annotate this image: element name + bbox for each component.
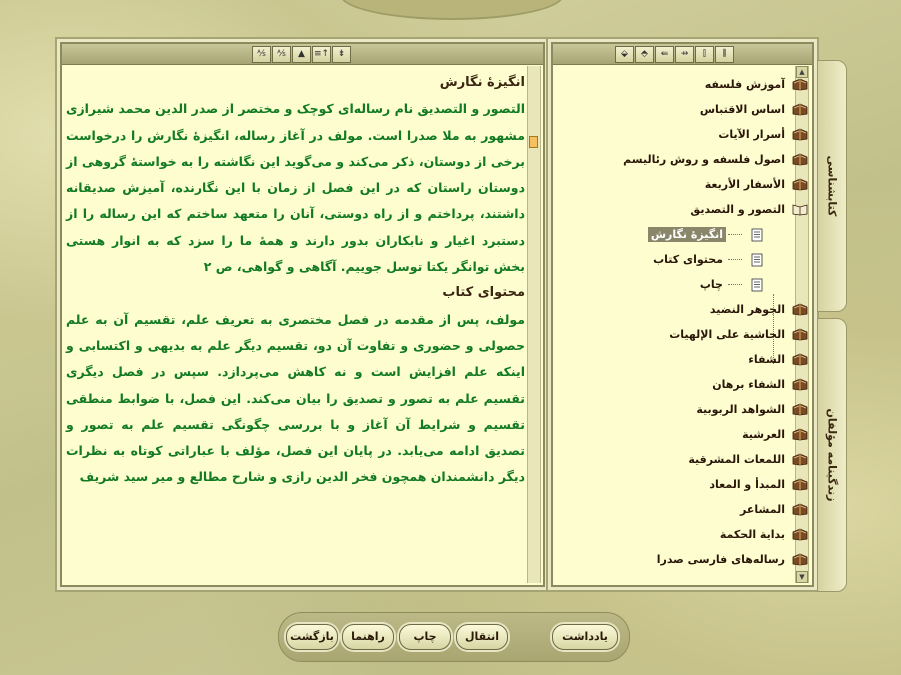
heading-contents: محتوای کتاب — [442, 285, 525, 301]
book-icon — [792, 153, 808, 166]
library-tree-panel: ⬙ ⬘ ⇚ ⇸ ⫿ ⫼ ▲ ▼ آموزش فلسفه اساس الاقتباس… — [551, 42, 814, 587]
tree-item-label: التصور و التصديق — [690, 203, 785, 216]
tree-item[interactable]: اصول فلسفه و روش رئاليسم — [575, 147, 808, 172]
content-panel: ⅍ ⅍ ▲ ≡↑ ⇟ انگیزهٔ نگارش التصور و التصدی… — [60, 42, 545, 587]
book-icon — [792, 128, 808, 141]
open-book-icon — [792, 203, 808, 216]
print-button[interactable]: چاپ — [399, 624, 451, 650]
tree-item-label: چاپ — [699, 278, 723, 291]
tree-item[interactable]: چاپ — [575, 272, 808, 297]
book-icon — [792, 303, 808, 316]
book-icon — [792, 178, 808, 191]
tree-item[interactable]: بداية الحكمة — [575, 522, 808, 547]
tree-toolbar: ⬙ ⬘ ⇚ ⇸ ⫿ ⫼ — [553, 44, 812, 65]
tree-item[interactable]: اللمعات المشرقية — [575, 447, 808, 472]
book-icon — [792, 378, 808, 391]
tree-item-label: الشواهد الربوبية — [696, 403, 785, 416]
book-icon — [792, 503, 808, 516]
tree-item[interactable]: آموزش فلسفه — [575, 72, 808, 97]
scroll-end-icon[interactable]: ⅍ — [252, 46, 271, 63]
tree-item[interactable]: العرشية — [575, 422, 808, 447]
columns-icon[interactable]: ⫿ — [695, 46, 714, 63]
tree-item-label: الجوهر النضيد — [709, 303, 785, 316]
book-icon — [792, 328, 808, 341]
tree-connector-dots — [728, 284, 742, 285]
tree-item[interactable]: التصور و التصديق — [575, 197, 808, 222]
book-icon — [792, 553, 808, 566]
line-up-icon[interactable]: ≡↑ — [312, 46, 331, 63]
tree-item[interactable]: الجوهر النضيد — [575, 297, 808, 322]
book-icon — [792, 453, 808, 466]
book-icon — [792, 528, 808, 541]
text-size-icon[interactable]: ⅍ — [272, 46, 291, 63]
book-icon — [792, 353, 808, 366]
tree-item-label: أسرار الآيات — [718, 128, 785, 141]
back-icon[interactable]: ⇚ — [655, 46, 674, 63]
tree-item-label: المشاعر — [740, 503, 785, 516]
tree-item-label: اللمعات المشرقية — [688, 453, 785, 466]
back-button[interactable]: بازگشت — [286, 624, 338, 650]
tree-item-label: الشفاء — [748, 353, 785, 366]
tree-item[interactable]: الشواهد الربوبية — [575, 397, 808, 422]
tree-item-label: انگیزهٔ نگارش — [647, 227, 726, 242]
paragraph-contents: مولف، پس از مقدمه در فصل مختصری به تعریف… — [66, 311, 525, 485]
book-icon — [792, 478, 808, 491]
transfer-button[interactable]: انتقال — [456, 624, 508, 650]
tree-item[interactable]: الأسفار الأربعة — [575, 172, 808, 197]
book-icon — [792, 428, 808, 441]
tree-item-label: الشفاء برهان — [712, 378, 785, 391]
tree-item-label: العرشية — [742, 428, 785, 441]
up-arrow-icon[interactable]: ▲ — [292, 46, 311, 63]
book-icon — [792, 78, 808, 91]
library-tree: آموزش فلسفه اساس الاقتباس أسرار الآيات اصول… — [575, 72, 808, 572]
tree-item-label: اصول فلسفه و روش رئاليسم — [623, 153, 785, 166]
split-icon[interactable]: ⫼ — [715, 46, 734, 63]
tree-item-label: الحاشية على الإلهيات — [669, 328, 785, 341]
page-icon — [748, 228, 764, 242]
tree-item-label: محتوای کتاب — [653, 253, 723, 266]
tree-item[interactable]: الشفاء — [575, 347, 808, 372]
page-down-icon[interactable]: ⇟ — [332, 46, 351, 63]
tree-item[interactable]: الحاشية على الإلهيات — [575, 322, 808, 347]
scroll-thumb[interactable] — [529, 136, 538, 148]
tab-authors-label: زندگینامه مؤلفان — [825, 408, 839, 502]
tree-item-label: المبدأ و المعاد — [709, 478, 785, 491]
paragraph-motivation: التصور و التصدیق نام رساله‌ای کوچک و مخت… — [66, 101, 525, 275]
tab-library[interactable]: کتابشناسی — [817, 60, 847, 312]
tree-connector-dots — [728, 234, 742, 235]
tree-item[interactable]: المبدأ و المعاد — [575, 472, 808, 497]
expand-all-icon[interactable]: ⬘ — [635, 46, 654, 63]
content-text: انگیزهٔ نگارش التصور و التصدیق نام رساله… — [66, 70, 525, 581]
tree-item-label: الأسفار الأربعة — [704, 178, 785, 191]
tab-library-label: کتابشناسی — [825, 155, 839, 217]
collapse-all-icon[interactable]: ⬙ — [615, 46, 634, 63]
tree-item[interactable]: محتوای کتاب — [575, 247, 808, 272]
tree-item[interactable]: رساله‌های فارسی صدرا — [575, 547, 808, 572]
content-scrollbar[interactable] — [527, 66, 541, 583]
tree-item-label: بداية الحكمة — [719, 528, 785, 541]
tab-authors[interactable]: زندگینامه مؤلفان — [817, 318, 847, 592]
forward-icon[interactable]: ⇸ — [675, 46, 694, 63]
page-icon — [748, 278, 764, 292]
tree-connector-dots — [728, 259, 742, 260]
tree-item[interactable]: الشفاء برهان — [575, 372, 808, 397]
tree-item-label: آموزش فلسفه — [704, 78, 785, 91]
heading-motivation: انگیزهٔ نگارش — [439, 75, 525, 90]
note-button[interactable]: یادداشت — [552, 624, 618, 650]
tree-item[interactable]: انگیزهٔ نگارش — [575, 222, 808, 247]
tree-item[interactable]: اساس الاقتباس — [575, 97, 808, 122]
tree-item[interactable]: أسرار الآيات — [575, 122, 808, 147]
book-icon — [792, 403, 808, 416]
help-button[interactable]: راهنما — [342, 624, 394, 650]
book-icon — [792, 103, 808, 116]
content-toolbar: ⅍ ⅍ ▲ ≡↑ ⇟ — [62, 44, 543, 65]
tree-item-label: رساله‌های فارسی صدرا — [656, 553, 785, 566]
tree-item[interactable]: المشاعر — [575, 497, 808, 522]
tree-item-label: اساس الاقتباس — [699, 103, 785, 116]
page-icon — [748, 253, 764, 267]
scroll-down-icon[interactable]: ▼ — [796, 571, 808, 583]
